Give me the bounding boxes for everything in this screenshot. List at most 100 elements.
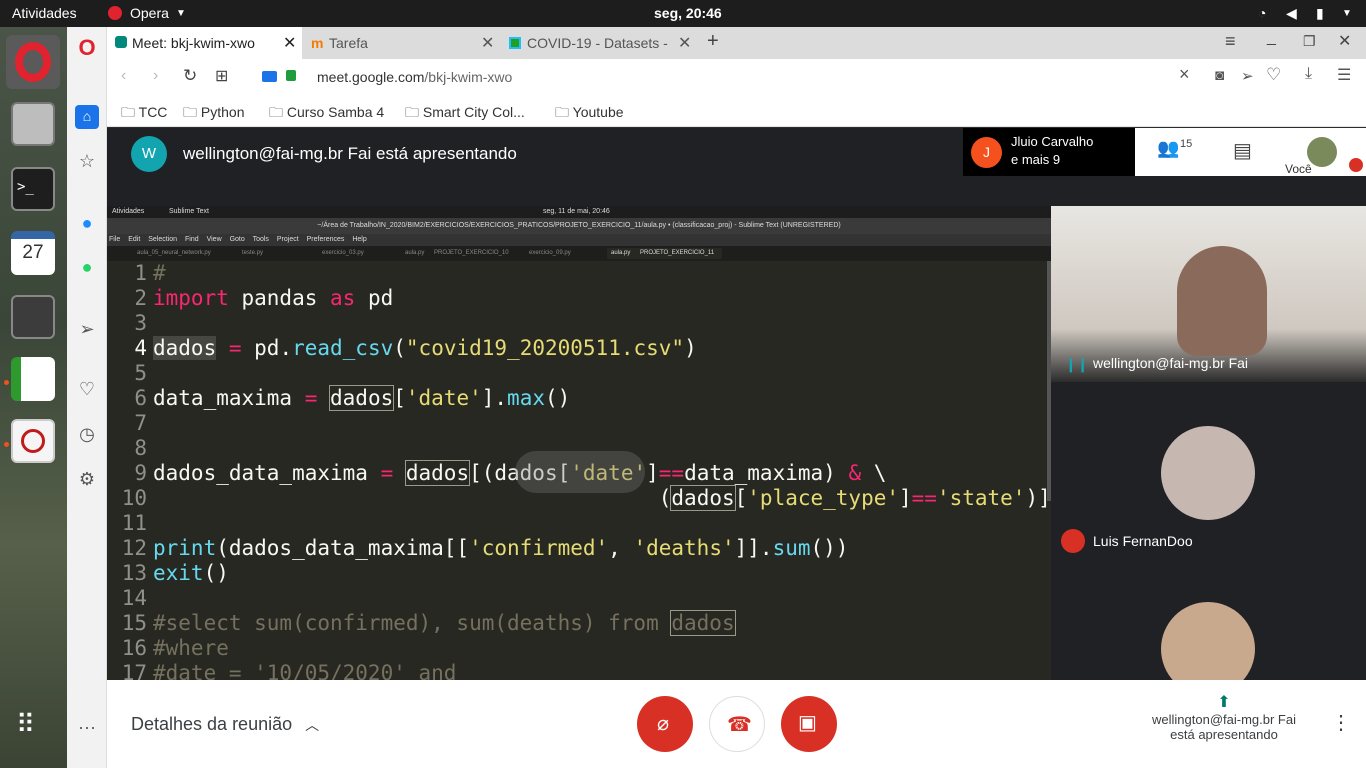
file-tab: teste.py <box>242 250 264 256</box>
bookmark-label: TCC <box>138 104 168 120</box>
code-line-17: #date = '10/05/2020' and <box>153 661 457 680</box>
heart-icon[interactable]: ♡ <box>67 379 107 400</box>
line-number: 3 <box>134 311 147 335</box>
file-tab: aula.py <box>405 250 425 256</box>
participant-video-person <box>1177 246 1267 356</box>
new-tab-plus-icon[interactable]: + <box>707 30 719 53</box>
file-tab: exercicio_03.py <box>322 250 364 256</box>
dock-opera[interactable] <box>6 35 60 89</box>
presenting-status[interactable]: ⬆ wellington@fai-mg.br Fai está apresent… <box>1129 692 1319 742</box>
close-tab-icon[interactable]: ✕ <box>678 33 691 53</box>
self-label: Você <box>1285 162 1312 176</box>
back-icon[interactable]: ‹ <box>121 67 126 85</box>
line-number: 2 <box>134 286 147 310</box>
participants-summary[interactable]: J Jluio Carvalho e mais 9 <box>963 128 1135 176</box>
mic-off-icon <box>1349 158 1363 172</box>
star-icon[interactable]: ☆ <box>67 151 107 172</box>
participant-name: Luis FernanDoo <box>1093 533 1193 549</box>
code-line-6: data_maxima = dados['date'].max() <box>153 385 571 411</box>
speed-dial-icon[interactable]: ⊞ <box>215 66 228 86</box>
line-number: 6 <box>134 386 147 410</box>
more-icon[interactable]: ··· <box>67 717 107 738</box>
meeting-details-button[interactable]: Detalhes da reunião ︿ <box>131 714 319 735</box>
home-icon[interactable]: ⌂ <box>75 105 99 129</box>
leave-call-button[interactable]: ☎ <box>709 696 765 752</box>
shared-window-title: ~/Área de Trabalho/IN_2020/BIM2/EXERCICI… <box>107 218 1051 234</box>
bookmark-heart-icon[interactable]: ♡ <box>1266 65 1281 85</box>
more-options-icon[interactable]: ⋮ <box>1331 710 1351 735</box>
settings-gear-icon[interactable]: ⚙ <box>67 469 107 490</box>
participant-tile-luis[interactable]: Luis FernanDoo <box>1051 386 1366 566</box>
lock-icon[interactable] <box>286 70 296 81</box>
screen-share-overlay-controls[interactable] <box>515 451 645 493</box>
show-apps-icon[interactable]: ⠿ <box>16 711 50 753</box>
whatsapp-icon[interactable]: ● <box>67 257 107 278</box>
camera-toggle-button[interactable]: ▣ <box>781 696 837 752</box>
line-number: 13 <box>121 561 147 585</box>
history-icon[interactable]: ◷ <box>67 424 107 445</box>
mic-toggle-button[interactable]: ⌀ <box>637 696 693 752</box>
participant-tile-third[interactable] <box>1051 570 1366 696</box>
participant-avatar <box>1161 426 1255 520</box>
self-avatar[interactable] <box>1307 137 1337 167</box>
battery-icon[interactable]: ▮ <box>1316 5 1324 22</box>
address-toolbar: ‹ › ↻ ⊞ meet.google.com/bkj-kwim-xwo × ◙… <box>107 59 1366 95</box>
restore-icon[interactable]: ❐ <box>1303 33 1316 50</box>
close-tab-icon[interactable]: ✕ <box>283 33 296 53</box>
volume-icon[interactable]: ◀ <box>1286 5 1297 22</box>
terminal-icon[interactable]: >_ <box>11 167 55 211</box>
messenger-icon[interactable]: ● <box>67 213 107 234</box>
send-icon[interactable]: ➢ <box>67 319 107 340</box>
bookmark-tcc[interactable]: 🗀 TCC <box>121 102 167 126</box>
participant-count: 15 <box>1180 138 1193 150</box>
tab-meet[interactable]: Meet: bkj-kwim-xwo ✕ <box>107 27 302 59</box>
wifi-icon[interactable]: ◔ <box>1258 5 1266 21</box>
bookmark-python[interactable]: 🗀 Python <box>183 102 244 126</box>
calendar-day: 27 <box>22 242 44 263</box>
shared-top-bar: Atividades Sublime Text seg, 11 de mai, … <box>107 206 1051 218</box>
snapshot-icon[interactable]: ◙ <box>1215 67 1224 84</box>
file-tab: exercicio_09.py <box>529 250 571 256</box>
close-field-icon[interactable]: × <box>1179 64 1190 85</box>
people-icon[interactable]: 👥 <box>1157 138 1179 159</box>
bookmark-youtube[interactable]: 🗀 Youtube <box>555 102 624 126</box>
close-tab-icon[interactable]: ✕ <box>481 33 494 53</box>
chat-icon[interactable]: ▤ <box>1233 138 1252 163</box>
opera-logo-icon[interactable]: O <box>67 35 107 61</box>
easy-setup-icon[interactable]: ☰ <box>1337 65 1351 85</box>
menu-item: Goto <box>229 236 245 243</box>
calendar-icon[interactable]: 27 <box>11 231 55 275</box>
meet-bottom-bar: Detalhes da reunião ︿ ⌀ ☎ ▣ ⬆ wellington… <box>107 680 1366 768</box>
menu-item: Project <box>276 236 299 243</box>
tab-covid-datasets[interactable]: COVID-19 - Datasets - ✕ <box>503 27 698 59</box>
tab-tarefa[interactable]: m Tarefa ✕ <box>305 27 500 59</box>
reload-icon[interactable]: ↻ <box>183 66 197 86</box>
system-menu-chevron-icon[interactable]: ▼ <box>1342 8 1352 19</box>
tab-menu-icon[interactable]: ≡ <box>1225 31 1236 52</box>
tab-label: COVID-19 - Datasets - <box>527 35 668 51</box>
close-window-icon[interactable]: ✕ <box>1338 31 1351 51</box>
participant-tile-video[interactable]: ❙❙ wellington@fai-mg.br Fai <box>1051 206 1366 382</box>
activities-button[interactable]: Atividades <box>12 5 77 21</box>
menu-item: File <box>109 236 121 243</box>
acrobat-icon <box>21 429 45 453</box>
calculator-icon[interactable] <box>11 295 55 339</box>
files-icon[interactable] <box>11 102 55 146</box>
line-number: 1 <box>134 261 147 285</box>
app-menu[interactable]: Opera <box>130 5 169 21</box>
speaking-indicator-icon: ❙❙ <box>1065 356 1089 372</box>
line-number: 8 <box>134 436 147 460</box>
forward-icon[interactable]: › <box>153 67 158 85</box>
send-to-flow-icon[interactable]: ➢ <box>1241 67 1254 85</box>
spreadsheet-icon[interactable] <box>11 357 55 401</box>
url-field[interactable]: meet.google.com/bkj-kwim-xwo <box>317 69 512 85</box>
document-viewer-icon[interactable] <box>11 419 55 463</box>
minimize-icon[interactable]: _ <box>1267 29 1276 47</box>
download-icon[interactable]: ⤓ <box>1305 65 1312 83</box>
bookmark-curso-samba[interactable]: 🗀 Curso Samba 4 <box>269 102 384 126</box>
url-domain: meet.google.com <box>317 69 425 85</box>
clock[interactable]: seg, 20:46 <box>654 5 722 21</box>
bookmark-smart-city[interactable]: 🗀 Smart City Col... <box>405 102 525 126</box>
camera-permission-icon[interactable] <box>262 71 277 82</box>
line-number: 7 <box>134 411 147 435</box>
